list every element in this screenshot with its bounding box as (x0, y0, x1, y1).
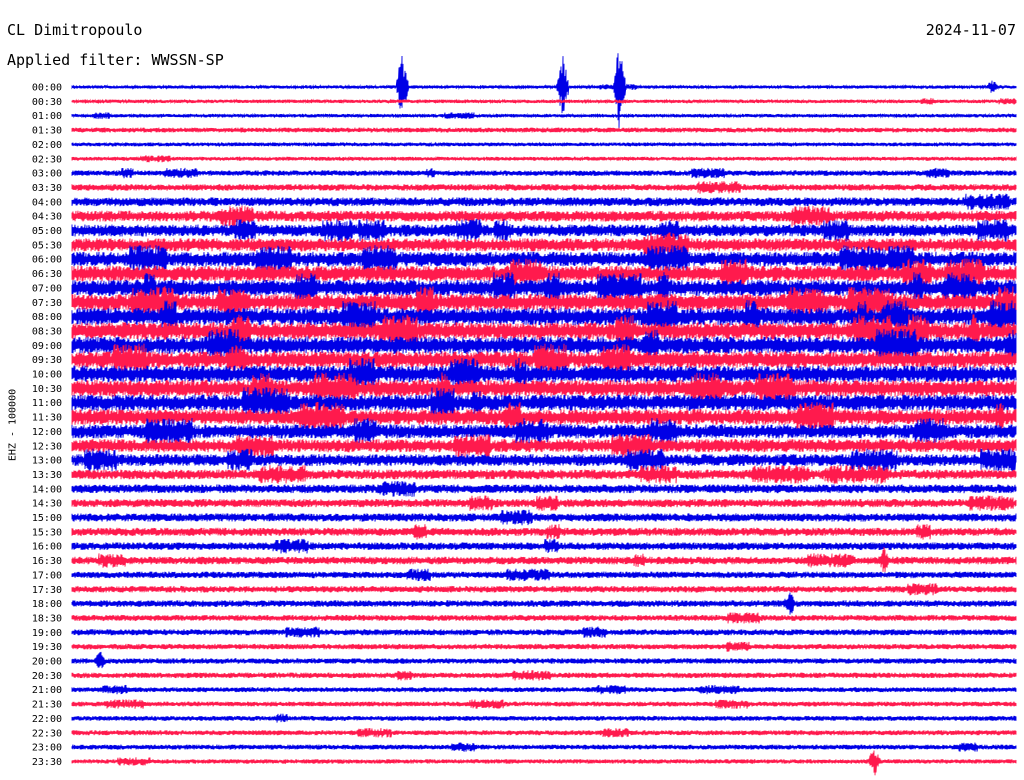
time-label: 16:00 (32, 542, 62, 553)
time-label: 17:00 (32, 570, 62, 581)
trace-row (71, 205, 1017, 227)
time-label: 23:00 (32, 743, 62, 754)
time-label-group: 00:00 00:30 01:00 01:30 02:00 02:30 03:00 03:30… (32, 83, 62, 768)
trace-row (71, 568, 1017, 582)
time-label: 07:30 (32, 298, 62, 309)
trace-row (71, 127, 1017, 133)
trace-row (71, 592, 1017, 615)
time-label: 23:30 (32, 757, 62, 768)
time-label: 15:00 (32, 513, 62, 524)
time-label: 12:00 (32, 427, 62, 438)
time-label: 19:30 (32, 642, 62, 653)
time-label: 20:00 (32, 657, 62, 668)
time-label: 03:00 (32, 169, 62, 180)
time-label: 17:30 (32, 585, 62, 596)
trace-group (71, 53, 1017, 776)
time-label: 08:00 (32, 312, 62, 323)
trace-row (71, 742, 1017, 752)
trace-row (71, 112, 1017, 120)
trace-row (71, 193, 1017, 211)
trace-row (71, 155, 1017, 163)
time-label: 13:00 (32, 456, 62, 467)
time-label: 05:00 (32, 226, 62, 237)
time-label: 01:00 (32, 111, 62, 122)
time-label: 11:30 (32, 413, 62, 424)
time-label: 19:00 (32, 628, 62, 639)
time-label: 04:00 (32, 197, 62, 208)
time-label: 02:30 (32, 154, 62, 165)
time-label: 13:30 (32, 470, 62, 481)
trace-row (71, 480, 1017, 497)
time-label: 00:30 (32, 97, 62, 108)
helicorder-chart: CL Dimitropoulo Applied filter: WWSSN-SP… (0, 0, 1024, 780)
time-label: 00:00 (32, 83, 62, 94)
trace-row (71, 97, 1017, 105)
trace-row (71, 641, 1017, 652)
time-label: 18:00 (32, 599, 62, 610)
time-label: 04:30 (32, 212, 62, 223)
trace-row (71, 713, 1017, 723)
time-label: 20:30 (32, 671, 62, 682)
seismogram-plot: 00:00 00:30 01:00 01:30 02:00 02:30 03:00 03:30… (32, 53, 1017, 776)
trace-row (71, 495, 1017, 511)
trace-row (71, 626, 1017, 638)
time-label: 05:30 (32, 240, 62, 251)
trace-row (71, 728, 1017, 738)
trace-row (71, 583, 1017, 596)
time-label: 15:30 (32, 527, 62, 538)
trace-row (71, 651, 1017, 669)
time-label: 06:30 (32, 269, 62, 280)
trace-row (71, 547, 1017, 573)
time-label: 10:00 (32, 370, 62, 381)
time-label: 09:30 (32, 355, 62, 366)
trace-row (71, 167, 1017, 179)
trace-row (71, 465, 1017, 484)
time-label: 03:30 (32, 183, 62, 194)
trace-row (71, 538, 1017, 554)
trace-row (71, 670, 1017, 681)
trace-row (71, 684, 1017, 695)
trace-row (71, 53, 1017, 130)
time-label: 14:30 (32, 499, 62, 510)
time-label: 06:00 (32, 255, 62, 266)
time-label: 14:00 (32, 484, 62, 495)
time-label: 12:30 (32, 441, 62, 452)
time-label: 22:30 (32, 728, 62, 739)
time-label: 11:00 (32, 398, 62, 409)
time-label: 22:00 (32, 714, 62, 725)
time-label: 09:00 (32, 341, 62, 352)
trace-row (71, 750, 1017, 776)
time-label: 21:00 (32, 685, 62, 696)
trace-row (71, 141, 1017, 148)
time-label: 16:30 (32, 556, 62, 567)
trace-row (71, 699, 1017, 709)
time-label: 07:00 (32, 283, 62, 294)
time-label: 02:00 (32, 140, 62, 151)
trace-row (71, 524, 1017, 540)
time-label: 10:30 (32, 384, 62, 395)
time-label: 18:30 (32, 613, 62, 624)
trace-row (71, 612, 1017, 624)
trace-row (71, 181, 1017, 194)
time-label: 08:30 (32, 326, 62, 337)
trace-row (71, 509, 1017, 526)
time-label: 21:30 (32, 700, 62, 711)
time-label: 01:30 (32, 126, 62, 137)
